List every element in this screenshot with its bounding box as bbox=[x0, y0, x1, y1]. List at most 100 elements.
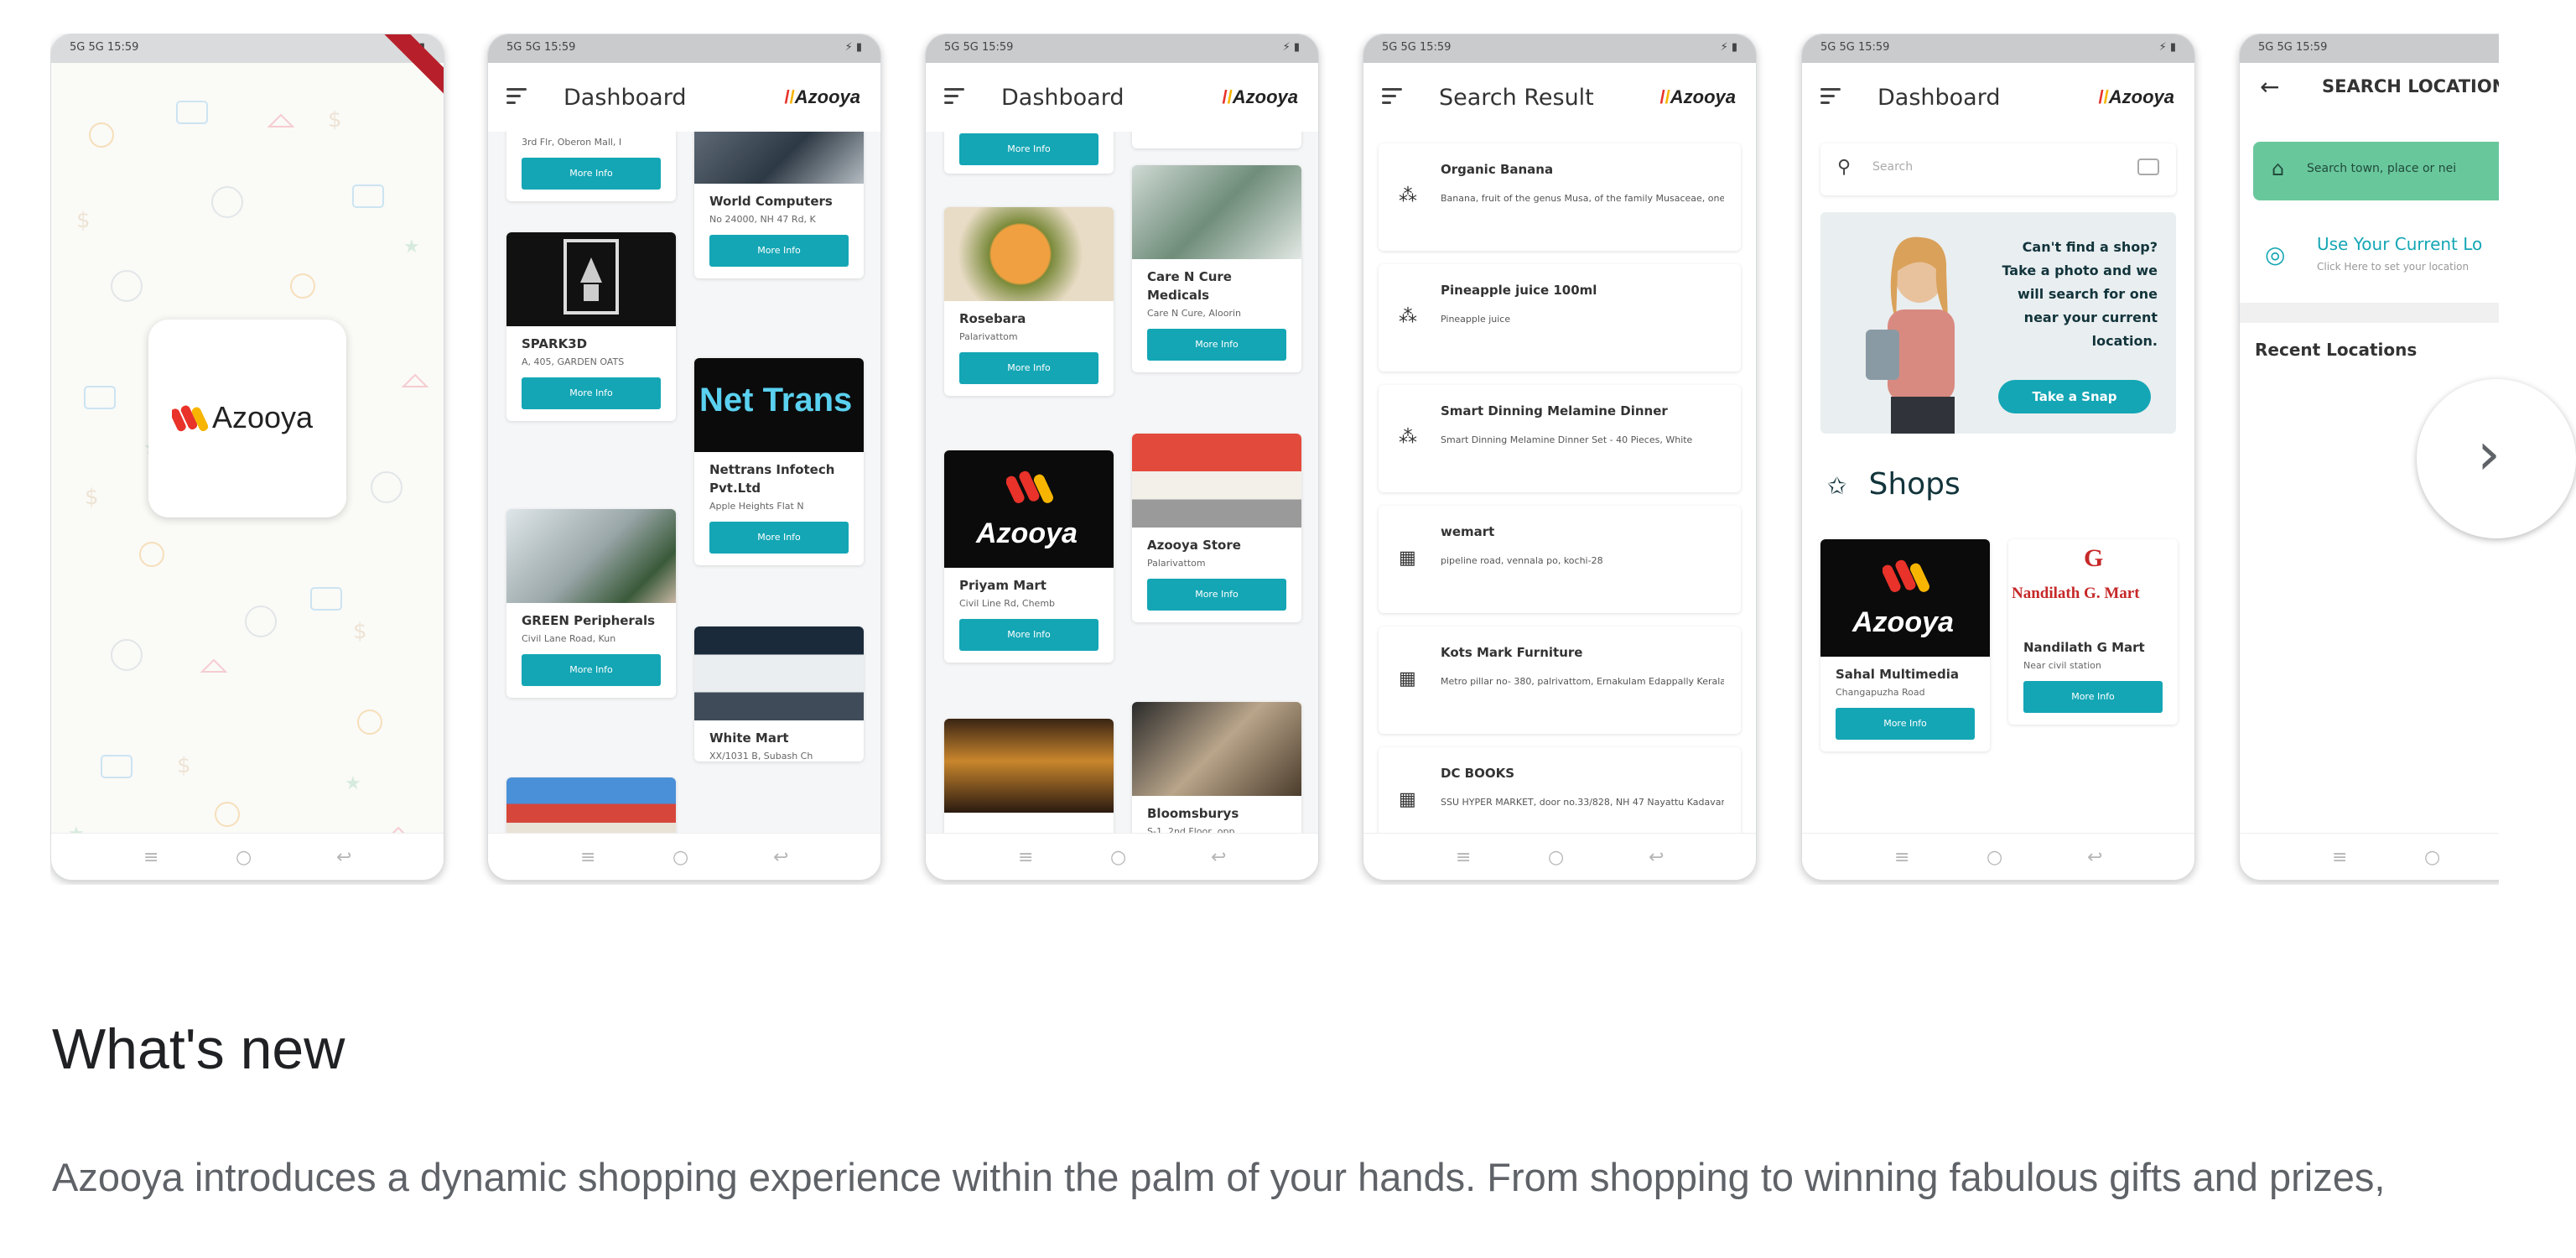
shop-card[interactable]: Azooya Priyam Mart Civil Line Rd, Chemb … bbox=[944, 450, 1114, 663]
result-item[interactable]: ▦ DC BOOKS SSU HYPER MARKET, door no.33/… bbox=[1379, 747, 1741, 833]
menu-icon[interactable] bbox=[1382, 88, 1402, 108]
screenshot-dashboard-3[interactable]: 5G 5G 15:59 ⚡ ▮ Dashboard //Azooya ⚲ Sear… bbox=[1801, 34, 2195, 881]
shop-card[interactable]: Net Trans Nettrans Infotech Pvt.Ltd Appl… bbox=[694, 358, 864, 565]
shop-card[interactable] bbox=[506, 777, 676, 833]
more-info-button[interactable]: More Info bbox=[1147, 329, 1286, 361]
home-icon: ⌂ bbox=[2272, 157, 2285, 180]
menu-icon[interactable] bbox=[944, 88, 964, 108]
store-icon: ▦ bbox=[1399, 548, 1416, 569]
shop-card[interactable]: White Mart XX/1031 B, Subash Ch bbox=[694, 626, 864, 762]
shops-heading: ✩ Shops bbox=[1827, 467, 1961, 502]
shop-card[interactable]: Azooya Store Palarivattom More Info bbox=[1132, 434, 1301, 622]
take-snap-banner: Can't find a shop? Take a photo and we w… bbox=[1820, 212, 2176, 434]
result-item[interactable]: ▦ Kots Mark Furniture Metro pillar no- 3… bbox=[1379, 626, 1741, 734]
more-info-button[interactable]: More Info bbox=[959, 352, 1098, 384]
shop-card[interactable]: Azooya Sahal Multimedia Changapuzha Road… bbox=[1820, 539, 1990, 751]
shop-card[interactable]: Care N Cure Medicals Care N Cure, Aloori… bbox=[1132, 165, 1301, 372]
recent-locations-heading: Recent Locations bbox=[2255, 340, 2418, 360]
android-nav-bar: ≡○↩ bbox=[1802, 833, 2194, 880]
shop-grid[interactable]: 3rd Flr, Oberon Mall, I More Info SPARK3… bbox=[488, 132, 880, 833]
brand-logo: //Azooya bbox=[2098, 86, 2175, 107]
location-target-icon: ◎ bbox=[2265, 241, 2286, 268]
result-item[interactable]: ⁂ Organic Banana Banana, fruit of the ge… bbox=[1379, 143, 1741, 251]
product-icon: ⁂ bbox=[1399, 185, 1417, 206]
product-icon: ⁂ bbox=[1399, 306, 1417, 327]
shop-card[interactable]: G Nandilath G. Mart Nandilath G Mart Nea… bbox=[2008, 539, 2178, 725]
more-info-button[interactable]: More Info bbox=[709, 235, 849, 267]
svg-text:★: ★ bbox=[345, 773, 361, 794]
screenshot-splash[interactable]: $$$$$$ ★★★★ 5G 5G 15:59⚡ ▮ Azooya ≡○↩ bbox=[50, 34, 444, 881]
shop-card[interactable]: Bloomsburys S-1, 2nd Floor, opp bbox=[1132, 702, 1301, 833]
status-bar: 5G 5G 15:59⚡ ▮ bbox=[488, 34, 880, 63]
shop-image: G Nandilath G. Mart bbox=[2008, 539, 2178, 630]
search-icon: ⚲ bbox=[1837, 157, 1852, 178]
screenshot-search-result[interactable]: 5G 5G 15:59 ⚡ ▮ Search Result //Azooya ⁂ … bbox=[1363, 34, 1757, 881]
menu-icon[interactable] bbox=[506, 88, 527, 108]
shop-card[interactable]: Rosebara Palarivattom More Info bbox=[944, 207, 1114, 396]
store-icon: ▦ bbox=[1399, 789, 1416, 810]
camera-icon[interactable] bbox=[2137, 159, 2159, 175]
result-item[interactable]: ▦ wemart pipeline road, vennala po, koch… bbox=[1379, 506, 1741, 613]
shop-image bbox=[506, 777, 676, 833]
more-info-button[interactable]: More Info bbox=[522, 654, 661, 686]
more-info-button[interactable]: More Info bbox=[522, 158, 661, 190]
app-bar: Search Result //Azooya bbox=[1363, 63, 1756, 132]
app-title: Dashboard bbox=[1001, 85, 1124, 111]
screenshot-dashboard-2[interactable]: 5G 5G 15:59 ⚡ ▮ Dashboard //Azooya More I… bbox=[925, 34, 1319, 881]
shop-card[interactable]: More Info bbox=[944, 132, 1114, 174]
android-nav-bar: ≡○↩ bbox=[926, 833, 1318, 880]
woman-illustration bbox=[1866, 237, 1955, 434]
result-item[interactable]: ⁂ Smart Dinning Melamine Dinner Smart Di… bbox=[1379, 385, 1741, 492]
svg-text:$: $ bbox=[85, 485, 99, 510]
more-info-button[interactable]: More Info bbox=[2023, 681, 2163, 713]
svg-text:$: $ bbox=[353, 619, 367, 644]
shop-image bbox=[944, 719, 1114, 813]
svg-text:$: $ bbox=[328, 107, 342, 133]
shop-image: Azooya bbox=[944, 450, 1114, 568]
whats-new-heading: What's new bbox=[52, 1017, 345, 1081]
svg-text:$: $ bbox=[177, 753, 191, 778]
back-arrow-icon[interactable]: ← bbox=[2260, 73, 2279, 101]
screenshot-carousel[interactable]: $$$$$$ ★★★★ 5G 5G 15:59⚡ ▮ Azooya ≡○↩ 5G… bbox=[50, 34, 2499, 885]
search-input[interactable]: ⚲ Search bbox=[1820, 143, 2176, 195]
shop-card[interactable]: World Computers No 24000, NH 47 Rd, K Mo… bbox=[694, 132, 864, 278]
app-bar: Dashboard //Azooya bbox=[488, 63, 880, 132]
shop-image bbox=[694, 132, 864, 184]
result-item[interactable]: ⁂ Pineapple juice 100ml Pineapple juice bbox=[1379, 264, 1741, 372]
more-info-button[interactable]: More Info bbox=[959, 619, 1098, 651]
shop-card[interactable]: GREEN Peripherals Civil Lane Road, Kun M… bbox=[506, 509, 676, 698]
shop-image bbox=[694, 626, 864, 720]
shop-grid[interactable]: More Info Rosebara Palarivattom More Inf… bbox=[926, 132, 1318, 833]
more-info-button[interactable]: More Info bbox=[709, 522, 849, 554]
status-bar: 5G 5G 15:59⚡ ▮ bbox=[1363, 34, 1756, 63]
shop-image bbox=[944, 207, 1114, 301]
shop-card[interactable] bbox=[944, 719, 1114, 833]
more-info-button[interactable]: More Info bbox=[1836, 708, 1975, 740]
take-snap-button[interactable]: Take a Snap bbox=[1998, 380, 2151, 413]
shop-card[interactable]: SPARK3D A, 405, GARDEN OATS More Info bbox=[506, 232, 676, 421]
menu-icon[interactable] bbox=[1820, 88, 1841, 108]
search-results-list[interactable]: ⁂ Organic Banana Banana, fruit of the ge… bbox=[1363, 132, 1756, 833]
shop-image bbox=[1132, 702, 1301, 796]
screen-title: SEARCH LOCATION bbox=[2322, 76, 2499, 96]
star-icon: ✩ bbox=[1827, 472, 1847, 500]
svg-text:★: ★ bbox=[403, 237, 420, 257]
app-bar: Dashboard //Azooya bbox=[1802, 63, 2194, 132]
svg-text:$: $ bbox=[76, 208, 91, 233]
location-search-input[interactable]: ⌂ Search town, place or nei bbox=[2253, 142, 2499, 200]
more-info-button[interactable]: More Info bbox=[1147, 579, 1286, 611]
carousel-next-button[interactable]: › bbox=[2417, 379, 2576, 538]
android-nav-bar: ≡○↩ bbox=[51, 833, 444, 880]
divider bbox=[2240, 303, 2499, 323]
app-title: Dashboard bbox=[564, 85, 687, 111]
screenshot-dashboard-1[interactable]: 5G 5G 15:59 ⚡ ▮ Dashboard //Azooya 3rd Fl… bbox=[487, 34, 881, 881]
more-info-button[interactable]: More Info bbox=[522, 377, 661, 409]
chevron-right-icon: › bbox=[2477, 419, 2501, 488]
android-nav-bar: ≡○↩ bbox=[2240, 833, 2499, 880]
more-info-button[interactable]: More Info bbox=[959, 133, 1098, 165]
shop-card[interactable] bbox=[1132, 132, 1301, 148]
dashboard-content[interactable]: ⚲ Search Can't find a shop? Take a photo… bbox=[1802, 132, 2194, 833]
shop-card[interactable]: 3rd Flr, Oberon Mall, I More Info bbox=[506, 132, 676, 201]
brand-logo: //Azooya bbox=[1222, 86, 1299, 107]
whats-new-text: Azooya introduces a dynamic shopping exp… bbox=[52, 1155, 2386, 1199]
